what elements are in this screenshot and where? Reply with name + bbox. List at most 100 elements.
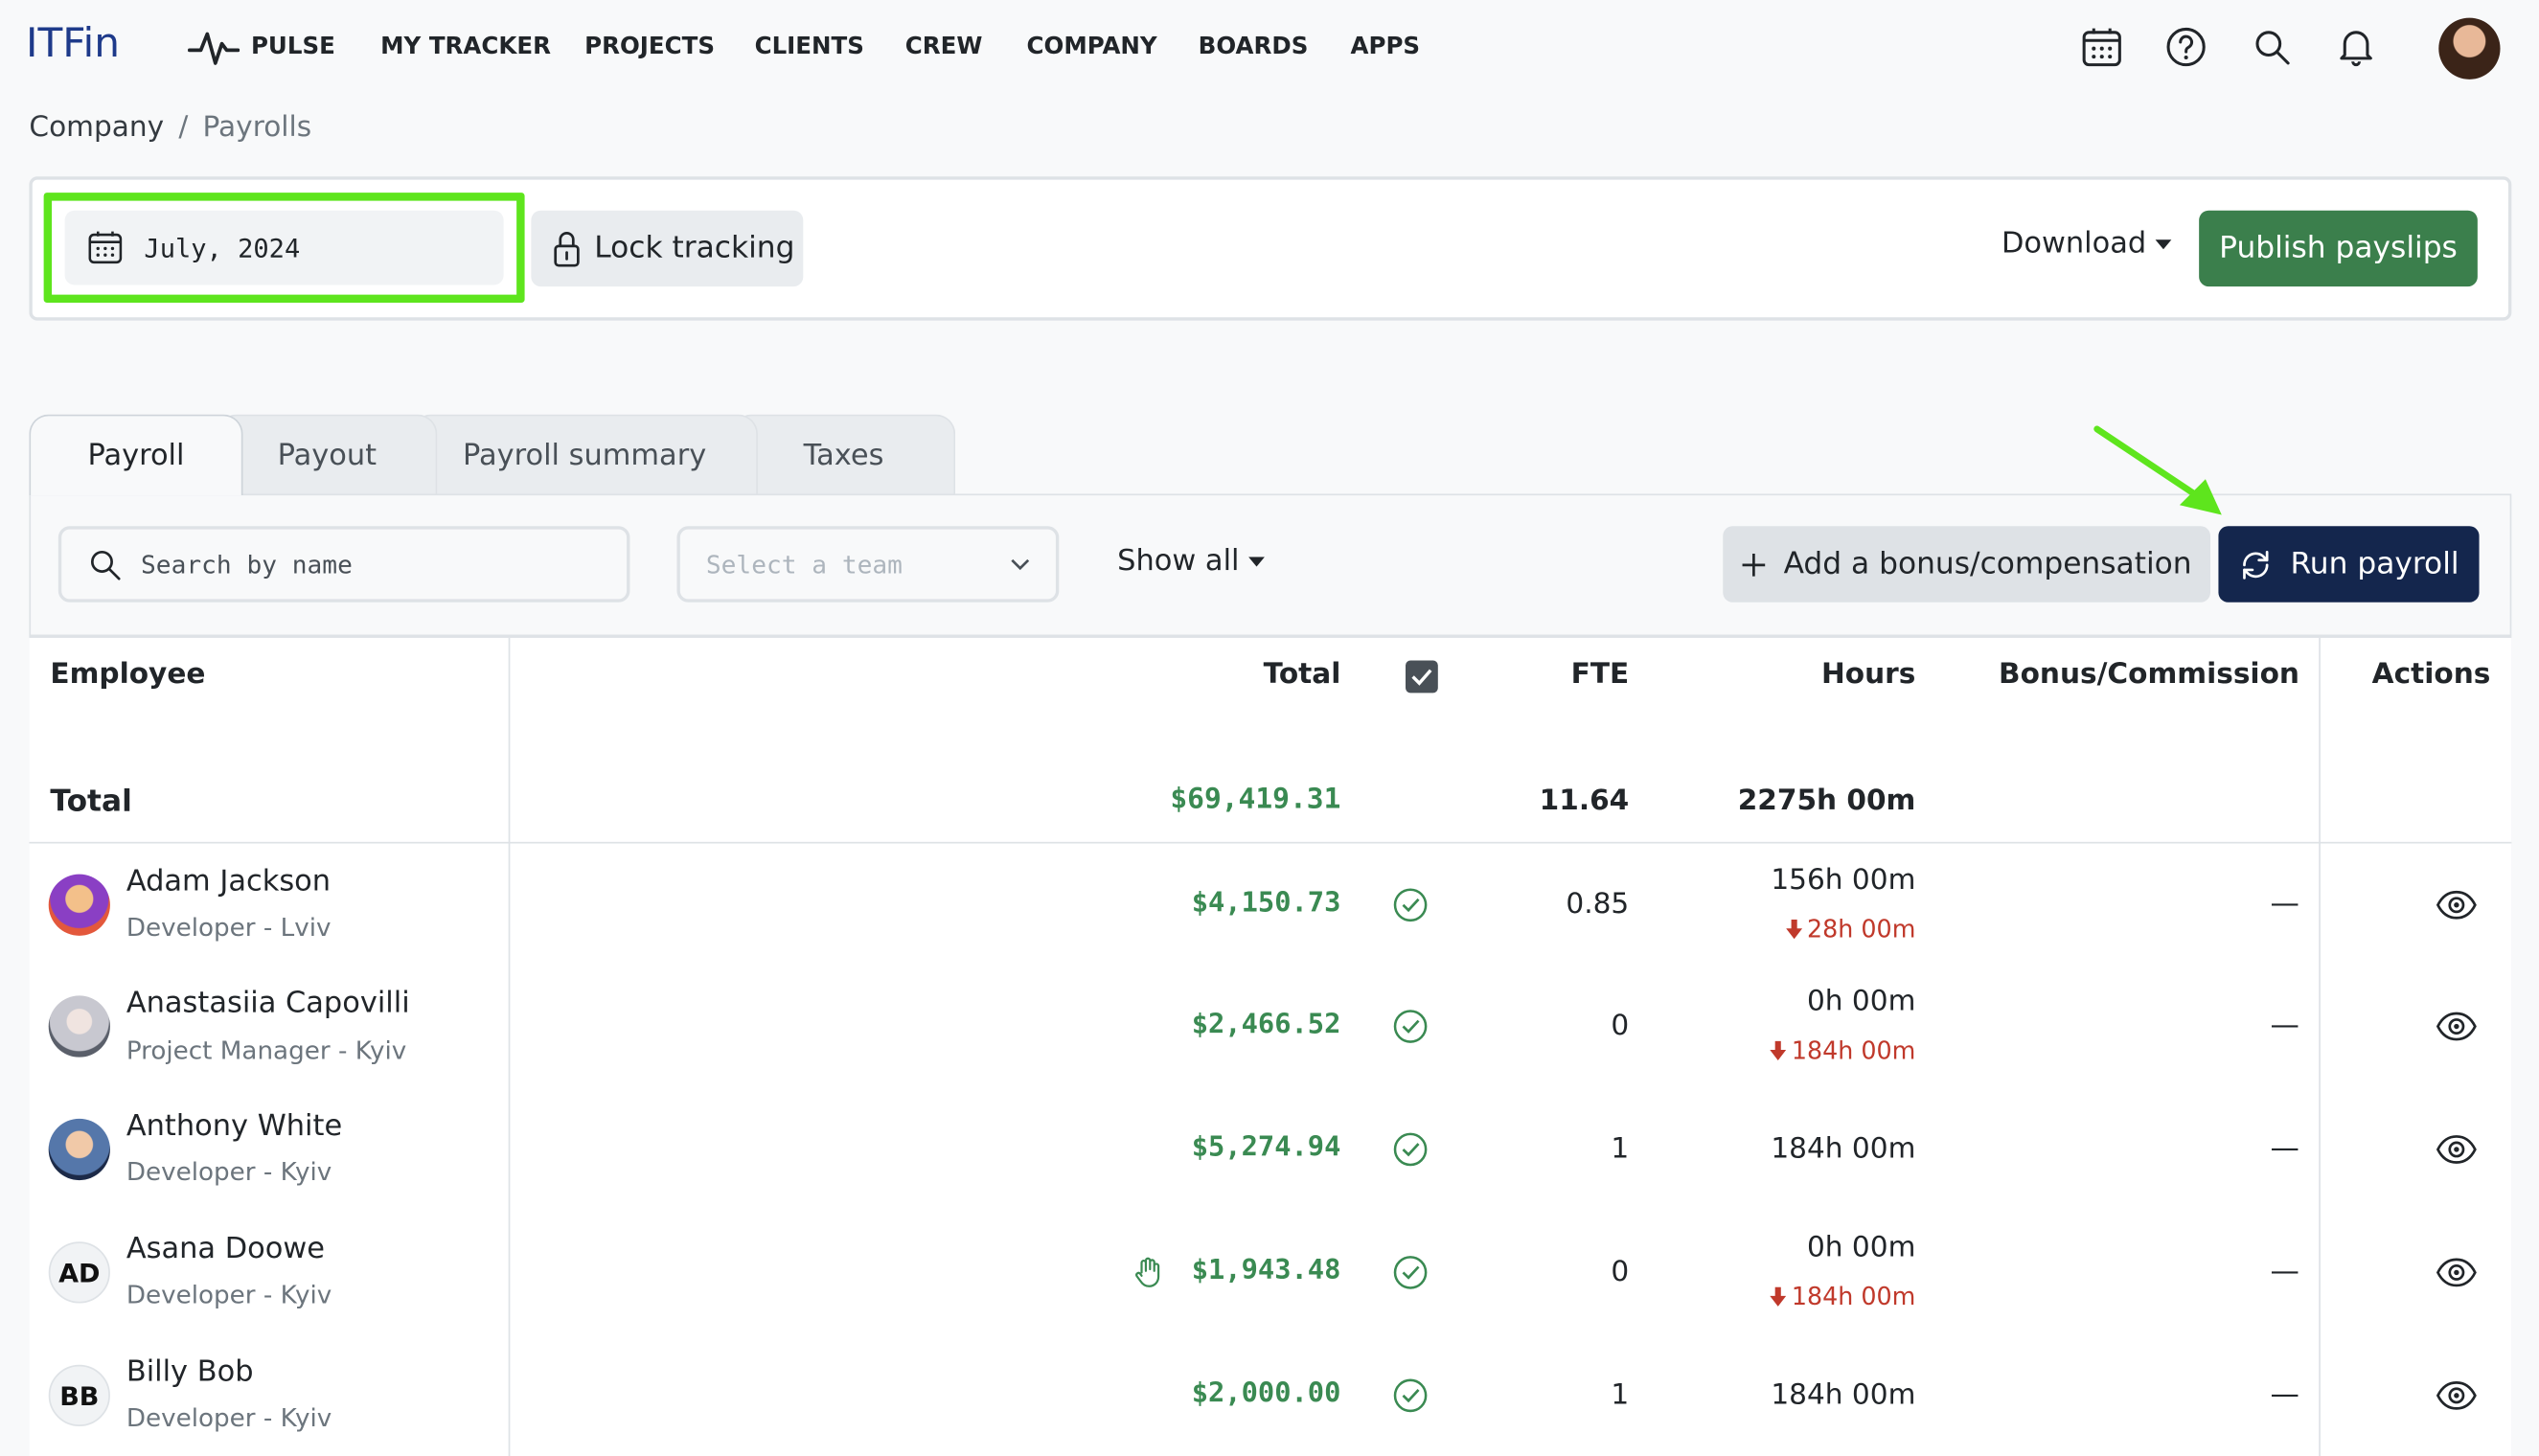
search-input[interactable]: Search by name <box>57 526 630 603</box>
download-dropdown[interactable]: Download <box>2001 226 2173 262</box>
row-hours: 184h 00m <box>1771 1378 1916 1412</box>
nav-clients[interactable]: CLIENTS <box>755 34 864 59</box>
breadcrumb-separator: / <box>178 111 189 145</box>
calendar-icon[interactable] <box>2079 24 2124 69</box>
row-divider <box>29 841 2512 844</box>
avatar[interactable] <box>48 995 110 1058</box>
row-total[interactable]: $1,943.48 <box>1192 1255 1341 1287</box>
employee-role: Developer - Kyiv <box>126 1403 332 1433</box>
approved-check-icon <box>1392 887 1428 929</box>
eye-icon[interactable] <box>2436 1377 2478 1420</box>
search-icon <box>90 550 121 580</box>
avatar[interactable] <box>48 1118 110 1181</box>
breadcrumb-company[interactable]: Company <box>29 112 164 145</box>
header-hours[interactable]: Hours <box>1821 659 1915 692</box>
column-divider <box>508 637 511 1456</box>
row-hours: 0h 00m <box>1806 1232 1916 1264</box>
row-fte: 0.85 <box>1566 888 1630 921</box>
team-select[interactable]: Select a team <box>676 526 1060 603</box>
row-total[interactable]: $4,150.73 <box>1192 887 1341 920</box>
row-hours-deficit: 184h 00m <box>1770 1036 1915 1065</box>
header-total[interactable]: Total <box>1264 659 1341 692</box>
arrow-down-icon <box>1786 919 1802 940</box>
select-all-checkbox[interactable] <box>1406 660 1438 694</box>
deficit-value: 28h 00m <box>1807 914 1916 944</box>
app-logo[interactable]: ITFin <box>26 19 120 66</box>
row-bonus: — <box>2270 1377 2299 1412</box>
help-icon[interactable] <box>2163 24 2208 69</box>
row-bonus: — <box>2270 1254 2299 1289</box>
annotation-arrow-icon <box>2093 425 2222 515</box>
lock-tracking-button[interactable]: Lock tracking <box>531 210 804 287</box>
run-payroll-button[interactable]: Run payroll <box>2218 526 2480 603</box>
show-all-dropdown[interactable]: Show all <box>1117 543 1266 579</box>
highlight-box <box>43 193 525 304</box>
row-hours: 0h 00m <box>1806 986 1916 1019</box>
tab-payroll[interactable]: Payroll <box>29 414 243 496</box>
tab-payout[interactable]: Payout <box>217 414 438 496</box>
avatar[interactable]: AD <box>48 1241 110 1304</box>
approved-check-icon <box>1392 1377 1428 1420</box>
eye-icon[interactable] <box>2436 1131 2478 1173</box>
nav-pulse[interactable]: PULSE <box>251 34 335 59</box>
row-total[interactable]: $2,000.00 <box>1192 1377 1341 1410</box>
download-label: Download <box>2001 226 2147 262</box>
add-bonus-label: Add a bonus/compensation <box>1783 547 2192 581</box>
header-bonus[interactable]: Bonus/Commission <box>1999 659 2299 692</box>
nav-my-tracker[interactable]: MY TRACKER <box>380 34 551 59</box>
row-hours: 156h 00m <box>1771 864 1916 898</box>
header-fte[interactable]: FTE <box>1571 659 1630 692</box>
search-icon[interactable] <box>2250 24 2295 69</box>
tab-taxes[interactable]: Taxes <box>731 414 956 496</box>
chevron-down-icon <box>1011 557 1030 570</box>
tab-payroll-summary[interactable]: Payroll summary <box>411 414 758 496</box>
row-hours-deficit: 28h 00m <box>1786 915 1915 944</box>
nav-projects[interactable]: PROJECTS <box>584 34 715 59</box>
row-bonus: — <box>2270 1008 2299 1043</box>
totals-hours: 2275h 00m <box>1737 785 1916 818</box>
row-bonus: — <box>2270 887 2299 921</box>
approved-check-icon <box>1392 1131 1428 1173</box>
header-employee[interactable]: Employee <box>50 659 205 692</box>
lock-icon <box>554 231 580 266</box>
user-avatar[interactable] <box>2438 17 2501 80</box>
row-total[interactable]: $2,466.52 <box>1192 1009 1341 1041</box>
row-hours: 184h 00m <box>1771 1133 1916 1166</box>
employee-name[interactable]: Billy Bob <box>126 1355 254 1389</box>
hand-icon <box>1133 1257 1162 1296</box>
row-fte: 1 <box>1611 1378 1630 1412</box>
employee-name[interactable]: Anastasiia Capovilli <box>126 986 410 1019</box>
employee-name[interactable]: Asana Doowe <box>126 1232 325 1265</box>
employee-role: Project Manager - Kyiv <box>126 1035 407 1066</box>
row-fte: 1 <box>1611 1133 1630 1166</box>
deficit-value: 184h 00m <box>1791 1282 1916 1311</box>
approved-check-icon <box>1392 1009 1428 1051</box>
arrow-down-icon <box>1770 1040 1787 1061</box>
nav-company[interactable]: COMPANY <box>1027 34 1157 59</box>
bell-icon[interactable] <box>2333 24 2378 69</box>
header-actions: Actions <box>2371 658 2491 692</box>
pulse-icon[interactable] <box>187 28 240 70</box>
eye-icon[interactable] <box>2436 887 2478 929</box>
avatar[interactable] <box>48 874 110 936</box>
nav-apps[interactable]: APPS <box>1351 34 1421 59</box>
employee-name[interactable]: Anthony White <box>126 1109 342 1143</box>
eye-icon[interactable] <box>2436 1255 2478 1297</box>
employee-role: Developer - Kyiv <box>126 1157 332 1187</box>
breadcrumb: Company / Payrolls <box>29 112 311 145</box>
approved-check-icon <box>1392 1255 1428 1297</box>
team-placeholder: Select a team <box>705 549 903 580</box>
nav-boards[interactable]: BOARDS <box>1199 34 1309 59</box>
row-total[interactable]: $5,274.94 <box>1192 1131 1341 1164</box>
add-bonus-button[interactable]: Add a bonus/compensation <box>1723 526 2210 603</box>
eye-icon[interactable] <box>2436 1009 2478 1051</box>
show-all-label: Show all <box>1117 543 1240 579</box>
row-bonus: — <box>2270 1131 2299 1166</box>
employee-name[interactable]: Adam Jackson <box>126 865 331 899</box>
check-icon <box>1411 669 1432 686</box>
publish-payslips-button[interactable]: Publish payslips <box>2199 210 2478 287</box>
avatar[interactable]: BB <box>48 1364 110 1426</box>
column-divider <box>2319 637 2321 1456</box>
nav-crew[interactable]: CREW <box>905 34 983 59</box>
totals-amount: $69,419.31 <box>1170 784 1341 816</box>
